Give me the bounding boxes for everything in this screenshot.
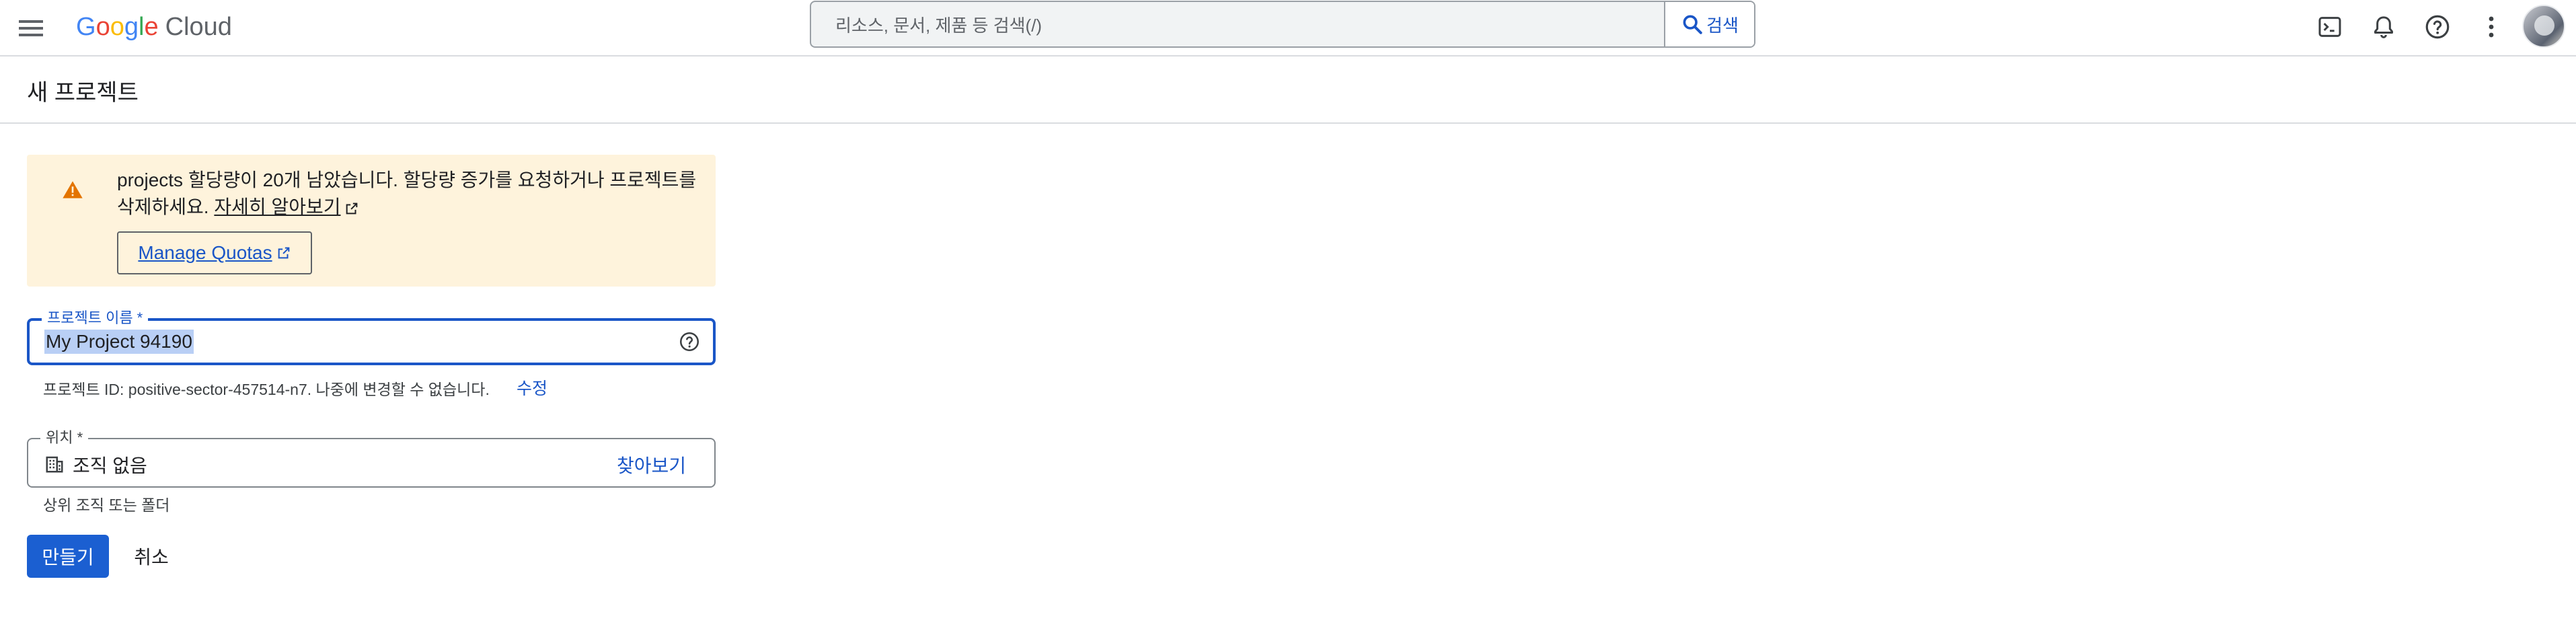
cloud-shell-icon[interactable] <box>2311 8 2349 46</box>
search-icon <box>1683 15 1702 34</box>
external-link-icon <box>278 247 289 259</box>
logo-product-name: Cloud <box>165 12 232 41</box>
cancel-button[interactable]: 취소 <box>121 535 182 578</box>
location-helper: 상위 조직 또는 폴더 <box>43 496 170 514</box>
more-vert-icon[interactable] <box>2472 8 2510 46</box>
manage-quotas-button[interactable]: Manage Quotas <box>117 231 312 274</box>
search-button-label: 검색 <box>1706 15 1739 36</box>
page-title: 새 프로젝트 <box>27 80 139 106</box>
google-cloud-logo[interactable]: Google Cloud <box>76 9 232 44</box>
search-button[interactable]: 검색 <box>1664 2 1754 46</box>
manage-quotas-label: Manage Quotas <box>138 242 272 263</box>
top-app-bar: Google Cloud 리소스, 문서, 제품 등 검색(/) 검색 <box>0 0 2576 57</box>
notifications-icon[interactable] <box>2365 8 2402 46</box>
edit-project-id-link[interactable]: 수정 <box>517 375 547 400</box>
learn-more-label: 자세히 알아보기 <box>214 196 341 217</box>
project-id-helper: 프로젝트 ID: positive-sector-457514-n7. 나중에 … <box>43 381 490 398</box>
search-placeholder: 리소스, 문서, 제품 등 검색(/) <box>835 15 1043 36</box>
help-icon[interactable] <box>678 330 701 353</box>
logo-letter: g <box>124 12 139 41</box>
learn-more-link[interactable]: 자세히 알아보기 <box>214 196 340 217</box>
menu-icon[interactable] <box>15 12 47 44</box>
logo-letter: G <box>76 12 96 41</box>
quota-warning-banner: projects 할당량이 20개 남았습니다. 할당량 증가를 요청하거나 프… <box>27 155 716 287</box>
avatar[interactable] <box>2522 5 2565 48</box>
building-icon <box>46 456 63 473</box>
project-name-label: 프로젝트 이름 * <box>42 310 149 326</box>
help-icon[interactable] <box>2419 8 2456 46</box>
search-bar: 리소스, 문서, 제품 등 검색(/) 검색 <box>810 1 1755 48</box>
project-name-input-value[interactable]: My Project 94190 <box>44 330 194 354</box>
project-name-field[interactable]: 프로젝트 이름 * My Project 94190 <box>27 310 716 365</box>
logo-letter: o <box>110 12 124 41</box>
location-value: 조직 없음 <box>73 455 147 476</box>
logo-letter: e <box>144 12 159 41</box>
banner-message-text: projects 할당량이 20개 남았습니다. 할당량 증가를 요청하거나 프… <box>117 170 697 217</box>
banner-message: projects 할당량이 20개 남았습니다. 할당량 증가를 요청하거나 프… <box>117 167 709 221</box>
page-header: 새 프로젝트 <box>0 57 2576 124</box>
logo-letter: o <box>96 12 110 41</box>
create-button[interactable]: 만들기 <box>27 535 109 578</box>
location-label: 위치 * <box>40 430 89 446</box>
google-wordmark: Google <box>76 13 159 42</box>
search-input[interactable]: 리소스, 문서, 제품 등 검색(/) <box>811 2 1664 46</box>
external-link-icon <box>346 202 358 214</box>
browse-button[interactable]: 찾아보기 <box>617 451 686 478</box>
location-field[interactable]: 위치 * 조직 없음 찾아보기 <box>27 430 716 488</box>
warning-icon <box>63 181 83 198</box>
